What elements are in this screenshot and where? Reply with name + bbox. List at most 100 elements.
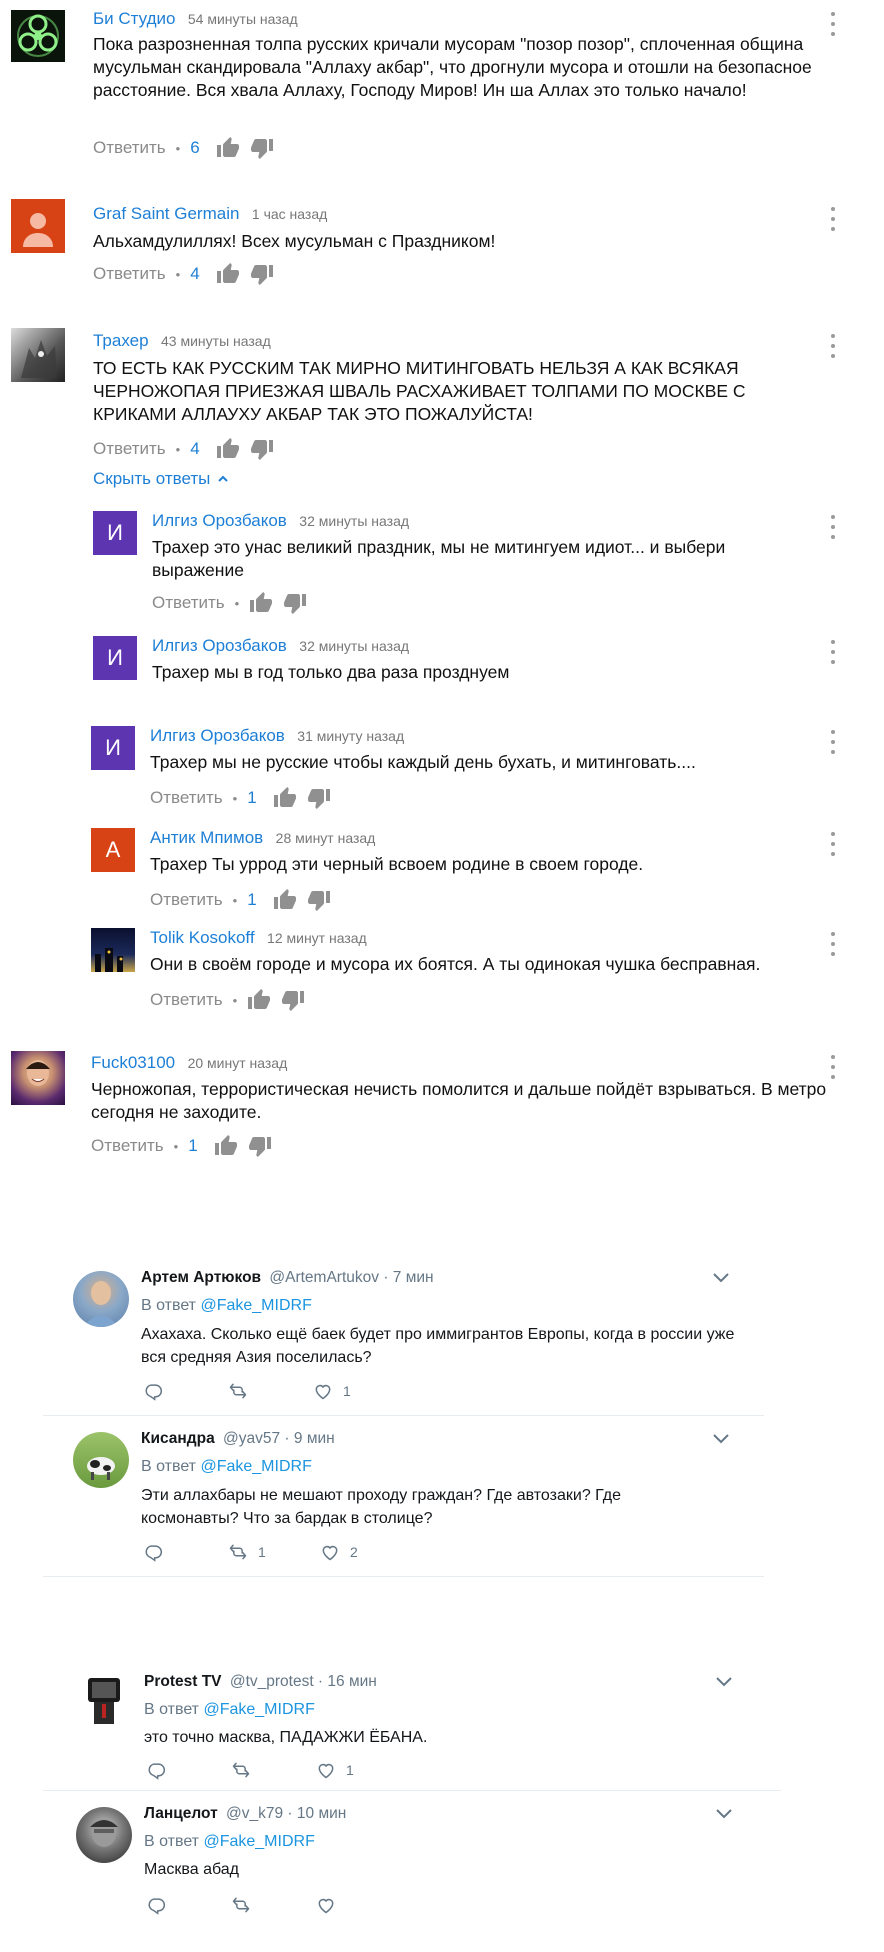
avatar[interactable] bbox=[11, 199, 65, 253]
like-action[interactable]: 1 bbox=[316, 1760, 354, 1780]
avatar[interactable] bbox=[73, 1271, 129, 1327]
comment-time[interactable]: 32 минуты назад bbox=[299, 513, 409, 529]
reply-action[interactable] bbox=[143, 1542, 228, 1562]
tweet-author-name[interactable]: Кисандра bbox=[141, 1430, 215, 1447]
comment-time[interactable]: 1 час назад bbox=[252, 206, 327, 222]
reply-button[interactable]: Ответить bbox=[150, 990, 223, 1010]
reply-button[interactable]: Ответить bbox=[150, 788, 223, 808]
chevron-down-icon[interactable] bbox=[716, 1809, 732, 1819]
avatar[interactable]: И bbox=[93, 636, 137, 680]
avatar[interactable] bbox=[11, 328, 65, 382]
more-options-icon[interactable] bbox=[829, 832, 837, 856]
reply-action[interactable] bbox=[146, 1760, 231, 1780]
more-options-icon[interactable] bbox=[829, 12, 837, 36]
tweet: Кисандра @yav57 · 9 мин В ответ @Fake_MI… bbox=[0, 1416, 884, 1576]
avatar[interactable] bbox=[76, 1807, 132, 1863]
more-options-icon[interactable] bbox=[829, 207, 837, 231]
thumb-up-icon[interactable] bbox=[214, 1134, 238, 1158]
more-options-icon[interactable] bbox=[829, 640, 837, 664]
comment-time[interactable]: 12 минут назад bbox=[267, 930, 367, 946]
reply-button[interactable]: Ответить bbox=[152, 593, 225, 613]
reply-to-link[interactable]: @Fake_MIDRF bbox=[200, 1458, 311, 1475]
comment-text: Трахер мы не русские чтобы каждый день б… bbox=[150, 752, 696, 772]
thumb-up-icon[interactable] bbox=[247, 988, 271, 1012]
avatar[interactable]: И bbox=[93, 511, 137, 555]
reply-to-link[interactable]: @Fake_MIDRF bbox=[200, 1297, 311, 1314]
thumb-down-icon[interactable] bbox=[281, 988, 305, 1012]
reply-icon bbox=[143, 1542, 163, 1562]
comment-text: Трахер это унас великий праздник, мы не … bbox=[152, 537, 726, 580]
reply-button[interactable]: Ответить bbox=[150, 890, 223, 910]
comment-time[interactable]: 20 минут назад bbox=[188, 1055, 288, 1071]
thumb-down-icon[interactable] bbox=[248, 1134, 272, 1158]
comment-text: ТО ЕСТЬ КАК РУССКИМ ТАК МИРНО МИТИНГОВАТ… bbox=[93, 358, 746, 424]
thumb-down-icon[interactable] bbox=[250, 437, 274, 461]
tweet-handle-time[interactable]: @tv_protest · 16 мин bbox=[230, 1673, 377, 1690]
retweet-action[interactable] bbox=[228, 1381, 313, 1401]
comment-time[interactable]: 28 минут назад bbox=[276, 830, 376, 846]
hide-replies-button[interactable]: Скрыть ответы bbox=[93, 469, 229, 489]
avatar[interactable] bbox=[11, 10, 65, 62]
retweet-action[interactable] bbox=[231, 1895, 316, 1915]
thumb-up-icon[interactable] bbox=[273, 888, 297, 912]
tweet-author-name[interactable]: Protest TV bbox=[144, 1673, 222, 1690]
comment-author[interactable]: Би Студио bbox=[93, 9, 175, 28]
tweet-author-name[interactable]: Артем Артюков bbox=[141, 1269, 261, 1286]
thumb-down-icon[interactable] bbox=[250, 262, 274, 286]
avatar[interactable] bbox=[76, 1672, 132, 1728]
reply-to-link[interactable]: @Fake_MIDRF bbox=[203, 1833, 314, 1850]
tweet-handle-time[interactable]: @ArtemArtukov · 7 мин bbox=[269, 1269, 433, 1286]
comment-time[interactable]: 54 минуты назад bbox=[188, 11, 298, 27]
reply-button[interactable]: Ответить bbox=[93, 138, 166, 158]
comment-author[interactable]: Graf Saint Germain bbox=[93, 204, 239, 223]
more-options-icon[interactable] bbox=[829, 515, 837, 539]
like-action[interactable]: 1 bbox=[313, 1381, 351, 1401]
tweet-handle-time[interactable]: @v_k79 · 10 мин bbox=[226, 1805, 346, 1822]
avatar[interactable]: И bbox=[91, 726, 135, 770]
avatar-letter: И bbox=[107, 645, 123, 670]
like-action[interactable]: 2 bbox=[320, 1542, 358, 1562]
more-options-icon[interactable] bbox=[829, 932, 837, 956]
reply-action[interactable] bbox=[146, 1895, 231, 1915]
comment-author[interactable]: Трахер bbox=[93, 331, 149, 350]
avatar[interactable] bbox=[73, 1432, 129, 1488]
thumb-up-icon[interactable] bbox=[273, 786, 297, 810]
reply-action[interactable] bbox=[143, 1381, 228, 1401]
avatar[interactable] bbox=[11, 1051, 65, 1105]
like-count: 2 bbox=[350, 1544, 358, 1560]
comment-author[interactable]: Илгиз Орозбаков bbox=[152, 636, 287, 655]
thumb-down-icon[interactable] bbox=[307, 786, 331, 810]
chevron-down-icon[interactable] bbox=[713, 1434, 729, 1444]
more-options-icon[interactable] bbox=[829, 730, 837, 754]
comment-author[interactable]: Илгиз Орозбаков bbox=[152, 511, 287, 530]
avatar[interactable]: А bbox=[91, 828, 135, 872]
reply-button[interactable]: Ответить bbox=[91, 1136, 164, 1156]
reply-button[interactable]: Ответить bbox=[93, 439, 166, 459]
comment-time[interactable]: 31 минуту назад bbox=[297, 728, 404, 744]
thumb-down-icon[interactable] bbox=[307, 888, 331, 912]
more-options-icon[interactable] bbox=[829, 334, 837, 358]
tweet-author-name[interactable]: Ланцелот bbox=[144, 1805, 218, 1822]
thumb-down-icon[interactable] bbox=[250, 136, 274, 160]
more-options-icon[interactable] bbox=[829, 1055, 837, 1079]
reply-button[interactable]: Ответить bbox=[93, 264, 166, 284]
comment-time[interactable]: 32 минуты назад bbox=[299, 638, 409, 654]
reply-to-link[interactable]: @Fake_MIDRF bbox=[203, 1701, 314, 1718]
thumb-down-icon[interactable] bbox=[283, 591, 307, 615]
thumb-up-icon[interactable] bbox=[216, 262, 240, 286]
comment-author[interactable]: Илгиз Орозбаков bbox=[150, 726, 285, 745]
like-action[interactable] bbox=[316, 1895, 346, 1915]
chevron-down-icon[interactable] bbox=[716, 1677, 732, 1687]
thumb-up-icon[interactable] bbox=[249, 591, 273, 615]
comment-time[interactable]: 43 минуты назад bbox=[161, 333, 271, 349]
retweet-action[interactable] bbox=[231, 1760, 316, 1780]
tweet-handle-time[interactable]: @yav57 · 9 мин bbox=[223, 1430, 335, 1447]
comment-author[interactable]: Fuck03100 bbox=[91, 1053, 175, 1072]
thumb-up-icon[interactable] bbox=[216, 136, 240, 160]
chevron-down-icon[interactable] bbox=[713, 1273, 729, 1283]
thumb-up-icon[interactable] bbox=[216, 437, 240, 461]
comment-author[interactable]: Антик Мпимов bbox=[150, 828, 263, 847]
retweet-action[interactable]: 1 bbox=[228, 1542, 320, 1562]
avatar[interactable] bbox=[91, 928, 135, 972]
comment-author[interactable]: Tolik Kosokoff bbox=[150, 928, 255, 947]
